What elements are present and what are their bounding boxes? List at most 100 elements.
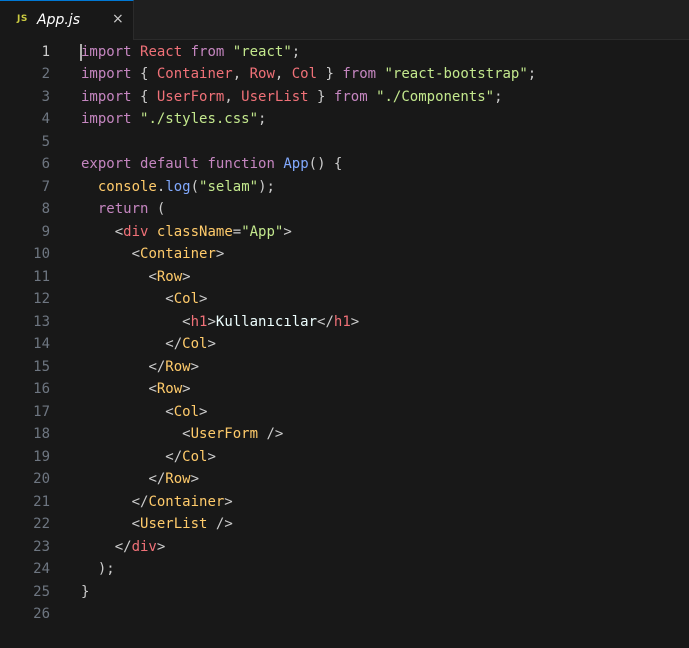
code-line[interactable]: 13 <h1>Kullanıcılar</h1> xyxy=(0,311,689,334)
code-text: import { UserForm, UserList } from "./Co… xyxy=(81,86,503,109)
code-line[interactable]: 6 export default function App() { xyxy=(0,153,689,176)
code-token: > xyxy=(190,358,200,375)
code-line[interactable]: 24 ); xyxy=(0,558,689,581)
line-number: 16 xyxy=(33,381,50,397)
code-text: <UserForm /> xyxy=(81,423,283,446)
code-text: </Row> xyxy=(81,468,199,491)
code-token: < xyxy=(131,246,141,262)
code-token: import xyxy=(81,43,132,60)
line-number: 6 xyxy=(41,156,50,172)
code-line[interactable]: 16 <Row> xyxy=(0,378,689,401)
code-token: > xyxy=(224,493,233,510)
code-line[interactable]: 14 </Col> xyxy=(0,333,689,356)
line-number: 17 xyxy=(33,403,50,420)
line-number: 14 xyxy=(33,336,50,352)
line-number: 11 xyxy=(33,268,50,285)
code-token: </ xyxy=(148,471,166,487)
code-line[interactable]: 25} xyxy=(0,581,689,604)
code-line[interactable]: 20 </Row> xyxy=(0,468,689,491)
code-token: , xyxy=(224,88,242,105)
code-token: Col xyxy=(182,336,208,352)
code-text: <Container> xyxy=(81,243,225,266)
text-cursor xyxy=(80,43,82,61)
line-number: 3 xyxy=(41,88,50,105)
code-text: <UserList /> xyxy=(81,513,233,536)
code-token: Kullanıcılar xyxy=(215,313,318,330)
code-area[interactable]: 1 import React from "react"; 2 import { Con… xyxy=(0,40,689,648)
code-line[interactable]: 1 import React from "react"; xyxy=(0,41,689,64)
code-line[interactable]: 26 xyxy=(0,603,689,626)
code-line[interactable]: 19 </Col> xyxy=(0,446,689,469)
code-line[interactable]: 17 <Col> xyxy=(0,401,689,424)
code-text: import { Container, Row, Col } from "rea… xyxy=(81,63,536,86)
code-line[interactable]: 3 import { UserForm, UserList } from "./C… xyxy=(0,86,689,109)
code-token: h1 xyxy=(333,313,351,330)
line-number: 12 xyxy=(33,291,50,307)
code-line[interactable]: 9 <div className="App"> xyxy=(0,221,689,244)
line-number: 13 xyxy=(33,313,50,330)
code-line[interactable]: 21 </Container> xyxy=(0,491,689,514)
code-token: </ xyxy=(165,336,183,352)
code-token: Col xyxy=(173,291,200,307)
code-text: import "./styles.css"; xyxy=(81,108,266,131)
code-token: > xyxy=(207,336,216,352)
code-token: Container xyxy=(148,493,225,510)
code-token: < xyxy=(182,313,191,330)
code-line[interactable]: 4 import "./styles.css"; xyxy=(0,108,689,131)
code-text: ); xyxy=(81,558,115,581)
tab-bar: JS App.js × xyxy=(0,0,689,40)
code-line[interactable]: 11 <Row> xyxy=(0,266,689,289)
code-line[interactable]: 10 <Container> xyxy=(0,243,689,266)
code-token: ( xyxy=(148,201,166,217)
code-token: console xyxy=(97,178,157,195)
code-token: Row xyxy=(165,358,191,375)
code-text: <Row> xyxy=(81,378,190,401)
line-number: 4 xyxy=(41,111,50,127)
code-token: > xyxy=(283,223,292,240)
code-text: </div> xyxy=(81,536,166,559)
code-text: } xyxy=(81,581,89,604)
code-token: "./styles.css" xyxy=(140,111,259,127)
line-number: 26 xyxy=(33,606,50,622)
line-number: 22 xyxy=(33,516,50,532)
code-text: <h1>Kullanıcılar</h1> xyxy=(81,311,359,334)
code-line[interactable]: 12 <Col> xyxy=(0,288,689,311)
code-token: log xyxy=(165,178,191,195)
code-token: from xyxy=(190,43,225,60)
line-number: 19 xyxy=(33,448,50,465)
code-token: ; xyxy=(258,111,267,127)
code-line[interactable]: 8 return ( xyxy=(0,198,689,221)
code-line[interactable]: 2 import { Container, Row, Col } from "re… xyxy=(0,63,689,86)
code-text: console.log("selam"); xyxy=(81,176,275,199)
code-line[interactable]: 5 xyxy=(0,131,689,154)
code-token: ; xyxy=(291,43,301,60)
tab-app-js[interactable]: JS App.js × xyxy=(0,0,134,40)
code-text: import React from "react"; xyxy=(81,41,300,64)
code-token: /> xyxy=(215,516,233,532)
code-line[interactable]: 7 console.log("selam"); xyxy=(0,176,689,199)
code-token: Container xyxy=(140,246,216,262)
code-token: > xyxy=(207,448,216,465)
code-token: from xyxy=(342,66,377,82)
code-token: } xyxy=(81,583,90,600)
code-line[interactable]: 22 <UserList /> xyxy=(0,513,689,536)
code-line[interactable]: 15 </Row> xyxy=(0,356,689,379)
code-line[interactable]: 23 </div> xyxy=(0,536,689,559)
code-text: </Col> xyxy=(81,333,216,356)
code-line[interactable]: 18 <UserForm /> xyxy=(0,423,689,446)
code-token: "selam" xyxy=(199,178,259,195)
code-token: UserList xyxy=(140,516,208,532)
code-token: > xyxy=(199,403,208,420)
code-token: </ xyxy=(131,493,149,510)
close-icon[interactable]: × xyxy=(112,11,124,27)
code-token: } xyxy=(317,66,343,82)
